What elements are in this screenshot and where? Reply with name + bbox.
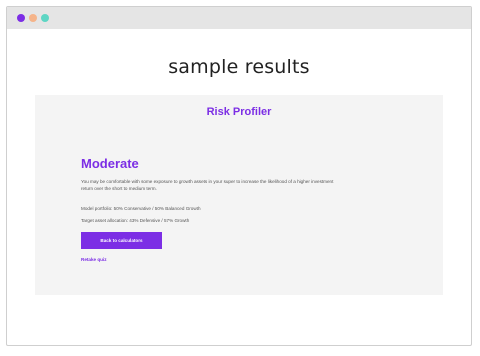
- risk-profiler-panel: Risk Profiler Moderate You may be comfor…: [35, 95, 443, 295]
- result-title: Moderate: [81, 156, 139, 171]
- panel-title: Risk Profiler: [206, 106, 272, 118]
- back-to-calculators-button[interactable]: Back to calculators: [81, 232, 162, 249]
- retake-quiz-link[interactable]: Retake quiz: [81, 257, 107, 262]
- target-allocation-text: Target asset allocation: 43% Defensive /…: [81, 218, 190, 223]
- browser-window: sample results Risk Profiler Moderate Yo…: [6, 6, 472, 346]
- window-dot-orange: [29, 14, 37, 22]
- window-titlebar: [7, 7, 471, 29]
- window-dot-teal: [41, 14, 49, 22]
- model-portfolio-text: Model portfolio: 50% Conservative / 50% …: [81, 206, 201, 211]
- window-dot-purple: [17, 14, 25, 22]
- page-heading: sample results: [168, 56, 310, 78]
- result-description: You may be comfortable with some exposur…: [81, 179, 334, 191]
